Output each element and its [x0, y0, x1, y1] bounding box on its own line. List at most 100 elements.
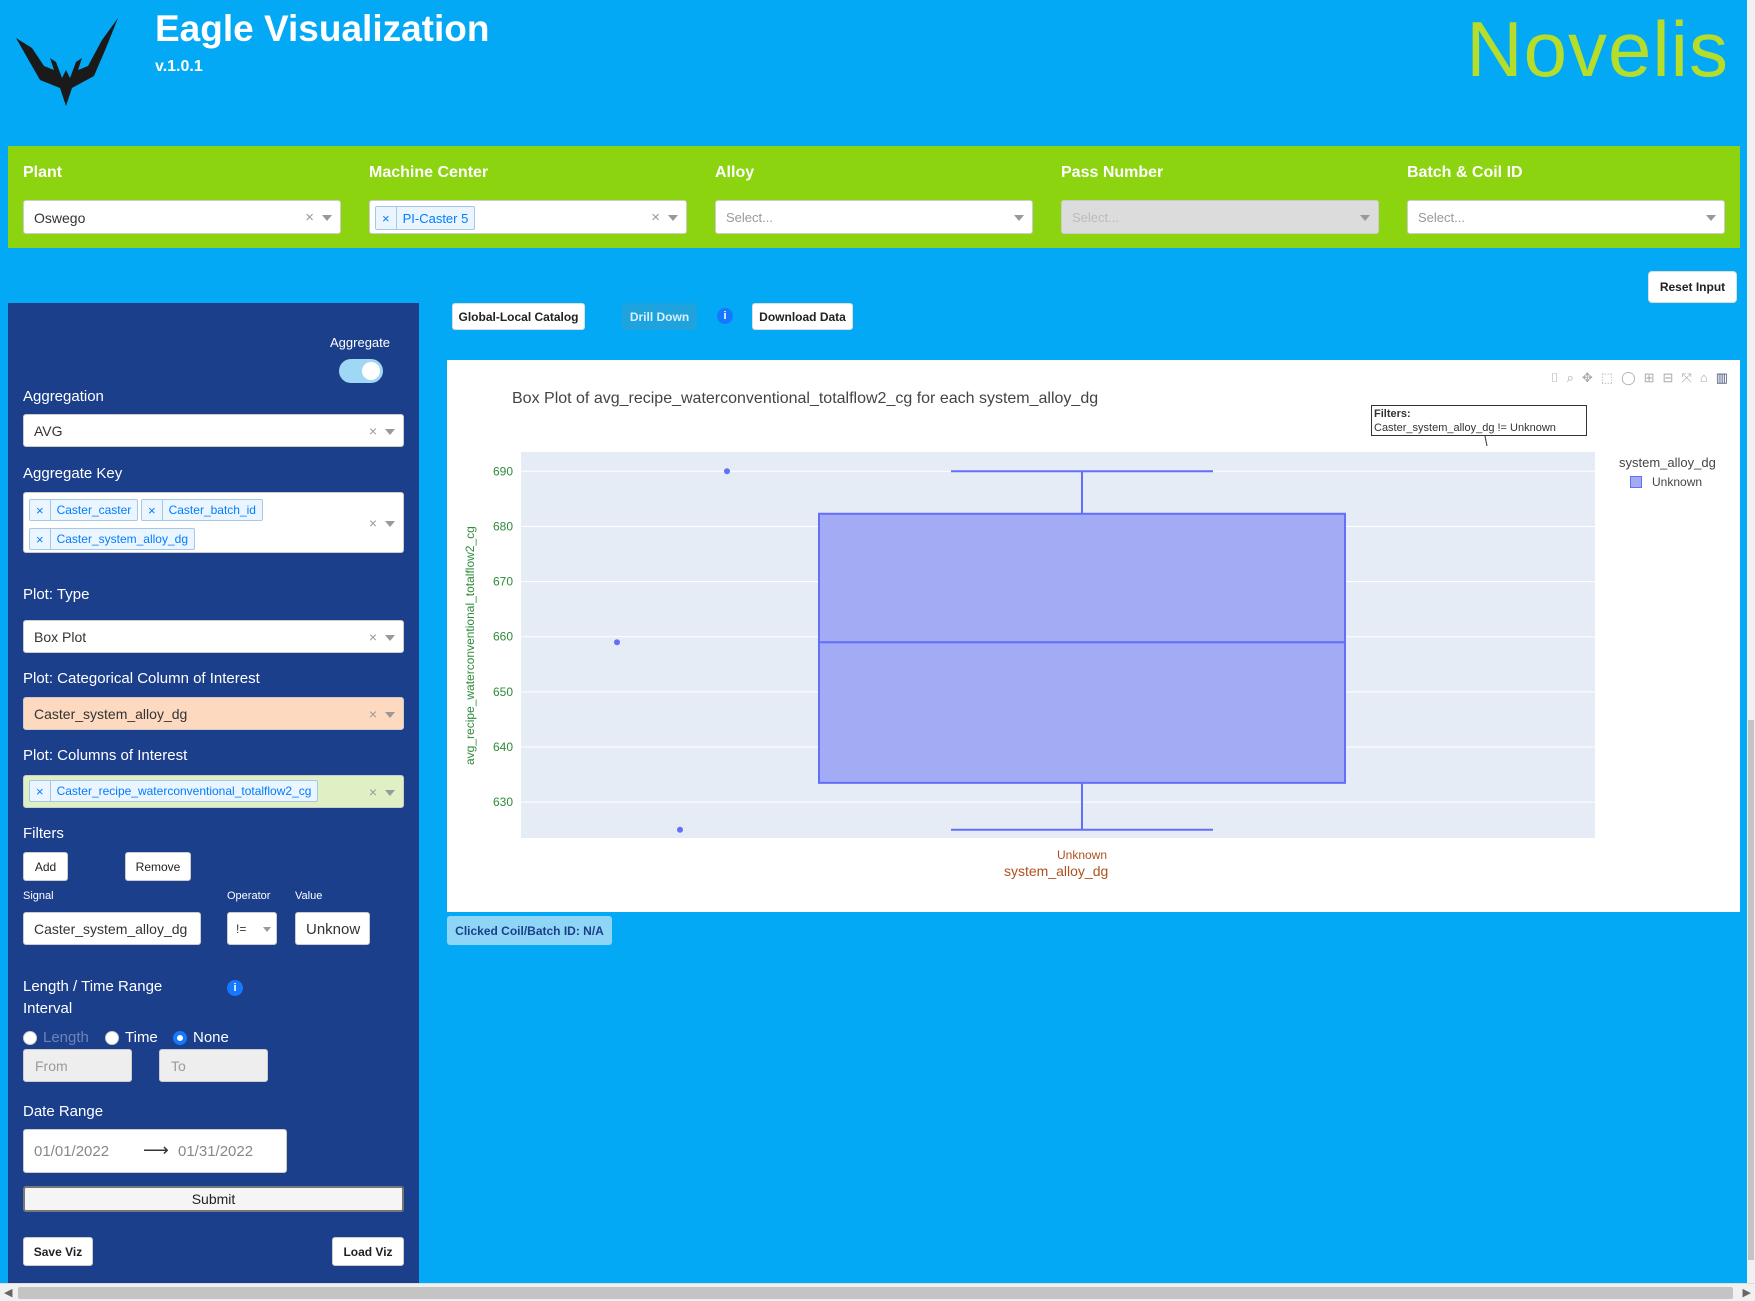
- alloy-placeholder: Select...: [726, 210, 773, 225]
- plot-type-select[interactable]: Box Plot ×: [23, 620, 404, 653]
- chevron-down-icon[interactable]: [385, 429, 395, 435]
- chevron-down-icon[interactable]: [385, 521, 395, 527]
- remove-chip-icon[interactable]: ×: [376, 207, 397, 229]
- scroll-left-icon[interactable]: ◀: [4, 1286, 12, 1299]
- chevron-down-icon[interactable]: [385, 790, 395, 796]
- chevron-down-icon[interactable]: [385, 712, 395, 718]
- radio-circle: [105, 1030, 119, 1045]
- radio-circle: [173, 1030, 187, 1045]
- iqr-box: [818, 512, 1346, 784]
- date-range-picker[interactable]: 01/01/2022 ⟶ 01/31/2022: [23, 1129, 287, 1173]
- box-select-icon[interactable]: ⬚: [1601, 370, 1613, 386]
- date-to[interactable]: 01/31/2022: [178, 1143, 253, 1160]
- y-tick-label: 680: [493, 519, 513, 533]
- chevron-down-icon[interactable]: [385, 635, 395, 641]
- clear-icon[interactable]: ×: [369, 423, 377, 439]
- aggregation-label: Aggregation: [23, 388, 104, 405]
- remove-chip-icon[interactable]: ×: [30, 529, 51, 549]
- home-icon[interactable]: ⌂: [1700, 370, 1708, 386]
- plant-select[interactable]: Oswego ×: [23, 200, 341, 234]
- aggregate-toggle[interactable]: [339, 359, 383, 383]
- columns-of-interest-select[interactable]: × Caster_recipe_waterconventional_totalf…: [23, 775, 404, 808]
- download-data-button[interactable]: Download Data: [752, 303, 853, 330]
- machine-center-select[interactable]: × PI-Caster 5 ×: [369, 200, 687, 234]
- range-from-input[interactable]: From: [23, 1049, 132, 1082]
- plotly-logo-icon[interactable]: ▥: [1716, 370, 1728, 386]
- scroll-thumb[interactable]: [18, 1287, 1733, 1299]
- scroll-thumb[interactable]: [1748, 720, 1754, 1260]
- pass-number-placeholder: Select...: [1072, 210, 1119, 225]
- signal-select[interactable]: Caster_system_alloy_dg: [23, 912, 201, 945]
- filter-value-input[interactable]: Unknow: [295, 912, 370, 945]
- add-filter-button[interactable]: Add: [23, 852, 68, 881]
- app-title: Eagle Visualization: [155, 8, 490, 49]
- date-from[interactable]: 01/01/2022: [34, 1143, 109, 1160]
- drill-down-button[interactable]: Drill Down: [622, 303, 697, 330]
- aggregation-select[interactable]: AVG ×: [23, 414, 404, 447]
- clear-icon[interactable]: ×: [369, 784, 377, 800]
- chevron-down-icon: [1360, 215, 1370, 221]
- chevron-down-icon[interactable]: [1706, 215, 1716, 221]
- y-tick-label: 650: [493, 685, 513, 699]
- legend-item[interactable]: Unknown: [1630, 475, 1702, 489]
- camera-icon[interactable]: ⌷: [1551, 370, 1559, 386]
- chart-title: Box Plot of avg_recipe_waterconventional…: [512, 390, 1099, 407]
- y-tick-label: 690: [493, 464, 513, 478]
- chevron-down-icon[interactable]: [1014, 215, 1024, 221]
- pass-number-label: Pass Number: [1061, 164, 1164, 181]
- clear-icon[interactable]: ×: [369, 706, 377, 722]
- remove-chip-icon[interactable]: ×: [30, 500, 51, 520]
- chip-label: PI-Caster 5: [402, 210, 469, 226]
- radio-none[interactable]: None: [173, 1029, 229, 1046]
- chevron-down-icon[interactable]: [263, 927, 271, 932]
- save-viz-button[interactable]: Save Viz: [23, 1237, 93, 1266]
- plant-label: Plant: [23, 164, 63, 181]
- remove-chip-icon[interactable]: ×: [142, 500, 163, 520]
- operator-select[interactable]: !=: [227, 912, 277, 945]
- clear-icon[interactable]: ×: [305, 209, 314, 226]
- lasso-select-icon[interactable]: ◯: [1621, 370, 1636, 386]
- zoom-in-icon[interactable]: ⊞: [1644, 370, 1655, 386]
- zoom-out-icon[interactable]: ⊟: [1663, 370, 1674, 386]
- pan-icon[interactable]: ✥: [1582, 370, 1593, 386]
- remove-chip-icon[interactable]: ×: [30, 781, 51, 801]
- horizontal-scrollbar[interactable]: ◀ ▶: [0, 1283, 1755, 1301]
- aggregate-toggle-label: Aggregate: [330, 335, 390, 350]
- radio-time[interactable]: Time: [105, 1029, 158, 1046]
- box-plot-chart[interactable]: 630 640 650 660 670 680 690 Unknown: [447, 360, 1740, 912]
- cat-column-select[interactable]: Caster_system_alloy_dg ×: [23, 697, 404, 730]
- annotation-text: Caster_system_alloy_dg != Unknown: [1374, 422, 1556, 434]
- global-local-catalog-button[interactable]: Global-Local Catalog: [452, 303, 585, 330]
- cat-column-value: Caster_system_alloy_dg: [34, 706, 188, 722]
- signal-value: Caster_system_alloy_dg: [34, 921, 188, 937]
- info-icon[interactable]: i: [227, 980, 243, 996]
- plot-type-value: Box Plot: [34, 629, 87, 645]
- alloy-select[interactable]: Select...: [715, 200, 1033, 234]
- app-header: Eagle Visualization v.1.0.1 Novelis: [0, 0, 1755, 130]
- vertical-scrollbar[interactable]: [1747, 0, 1755, 1283]
- range-to-input[interactable]: To: [159, 1049, 268, 1082]
- aggregate-key-select[interactable]: × Caster_caster × Caster_batch_id × Cast…: [23, 492, 404, 553]
- chevron-down-icon[interactable]: [668, 215, 678, 221]
- global-filter-bar: Plant Oswego × Machine Center × PI-Caste…: [8, 146, 1740, 248]
- clear-icon[interactable]: ×: [369, 629, 377, 645]
- remove-filter-button[interactable]: Remove: [125, 852, 191, 881]
- scroll-right-icon[interactable]: ▶: [1743, 1286, 1751, 1299]
- chevron-down-icon[interactable]: [322, 215, 332, 221]
- plot-panel: 630 640 650 660 670 680 690 Unknown Box Plot of…: [447, 360, 1740, 912]
- radio-circle: [23, 1030, 37, 1045]
- aggregate-key-chip: × Caster_caster: [29, 499, 139, 521]
- value-label: Value: [295, 890, 323, 902]
- info-icon[interactable]: i: [717, 308, 733, 324]
- load-viz-button[interactable]: Load Viz: [332, 1237, 404, 1266]
- clear-icon[interactable]: ×: [369, 515, 377, 531]
- clear-icon[interactable]: ×: [651, 209, 660, 226]
- aggregate-key-chip: × Caster_batch_id: [141, 499, 263, 521]
- submit-button[interactable]: Submit: [23, 1186, 404, 1212]
- filter-value: Unknow: [306, 921, 361, 938]
- reset-input-button[interactable]: Reset Input: [1648, 271, 1737, 303]
- radio-length[interactable]: Length: [23, 1029, 89, 1046]
- autoscale-icon[interactable]: ⤧: [1681, 370, 1691, 386]
- batch-coil-select[interactable]: Select...: [1407, 200, 1725, 234]
- zoom-icon[interactable]: ⌕: [1567, 370, 1574, 386]
